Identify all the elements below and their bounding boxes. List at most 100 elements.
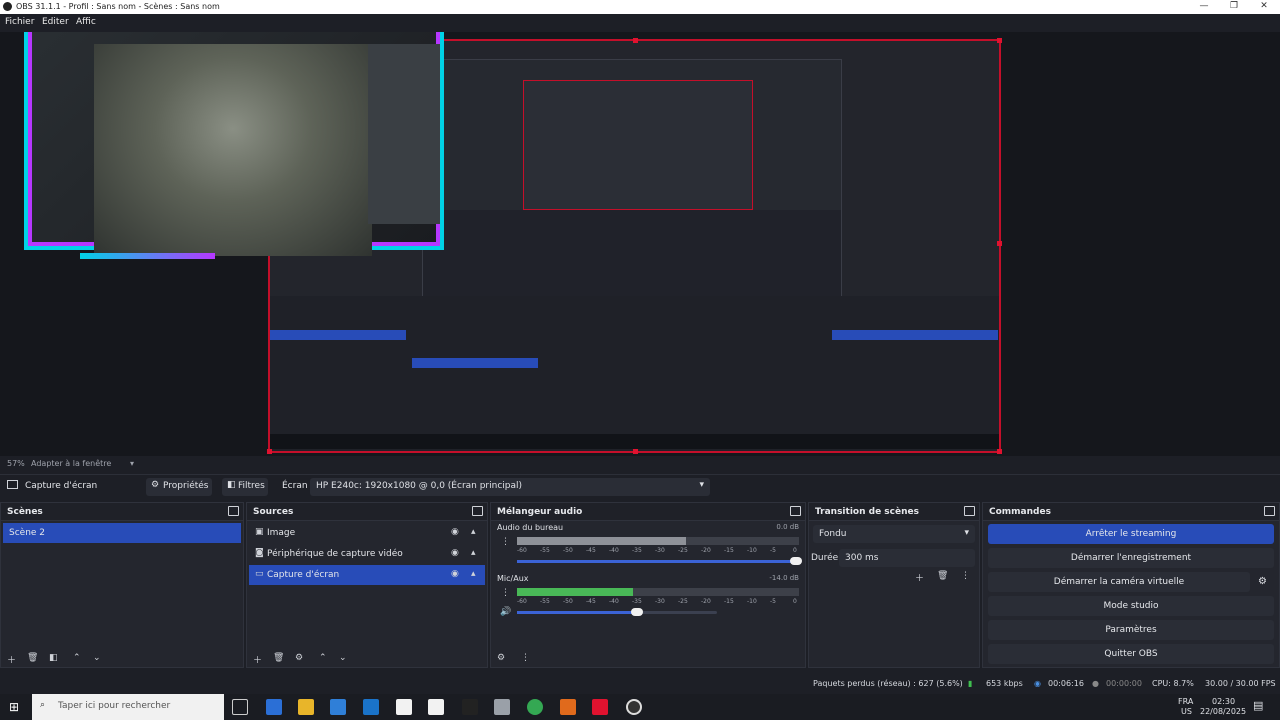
volume-meter (517, 537, 799, 545)
lock-icon[interactable]: ▴ (471, 548, 476, 558)
outlook-icon[interactable] (363, 699, 379, 715)
trash-icon[interactable]: 🗑 (27, 653, 38, 663)
menu-edit[interactable]: Editer (42, 17, 69, 27)
popout-icon[interactable] (790, 506, 801, 516)
arrow-down-icon[interactable]: ⌄ (339, 653, 347, 663)
arrow-up-icon[interactable]: ⌃ (319, 653, 327, 663)
meter-tick-label: -40 (609, 598, 619, 605)
meter-level (517, 588, 633, 596)
popout-icon[interactable] (964, 506, 975, 516)
clock-date[interactable]: 22/08/2025 (1200, 707, 1246, 716)
eye-icon[interactable]: ◉ (451, 569, 459, 579)
nested-source-selection (412, 358, 538, 368)
lang-us[interactable]: US (1181, 707, 1192, 716)
eye-icon[interactable]: ◉ (451, 548, 459, 558)
epic-games-icon[interactable] (462, 699, 478, 715)
stop-streaming-button[interactable]: Arrêter le streaming (988, 524, 1274, 544)
search-placeholder: Taper ici pour rechercher (58, 701, 171, 711)
volume-slider[interactable] (517, 608, 717, 616)
sources-dock: Sources ▣ Image ◉ ▴ ◙ Périphérique de ca… (246, 502, 488, 668)
arrow-up-icon[interactable]: ⌃ (73, 653, 81, 663)
resize-handle-r[interactable] (997, 241, 1002, 246)
kebab-menu-icon[interactable]: ⋮ (501, 537, 510, 547)
screen-select[interactable]: HP E240c: 1920x1080 @ 0,0 (Écran princip… (310, 478, 710, 496)
scene-item[interactable]: Scène 2 (3, 523, 241, 543)
chevron-down-icon[interactable]: ▾ (130, 459, 134, 468)
meter-tick-label: -20 (701, 547, 711, 554)
add-icon[interactable]: ＋ (915, 571, 924, 584)
kebab-menu-icon[interactable]: ⋮ (961, 571, 970, 581)
volume-slider[interactable] (517, 557, 803, 565)
volume-knob[interactable] (631, 608, 643, 616)
volume-knob[interactable] (790, 557, 803, 565)
chrome-icon[interactable] (527, 699, 543, 715)
transition-select[interactable]: Fondu ▾ (813, 525, 975, 543)
notepad-icon[interactable] (396, 699, 412, 715)
clock-time[interactable]: 02:30 (1212, 697, 1235, 706)
record-icon: ● (1092, 679, 1099, 688)
settings-button[interactable]: Paramètres (988, 620, 1274, 640)
meter-tick-label: 0 (793, 547, 797, 554)
controls-title: Commandes (989, 507, 1051, 517)
lock-icon[interactable]: ▴ (471, 527, 476, 537)
kebab-menu-icon[interactable]: ⋮ (501, 588, 510, 598)
task-view-icon[interactable] (232, 699, 248, 715)
source-item[interactable]: ▣ Image ◉ ▴ (249, 523, 485, 543)
store-icon[interactable] (266, 699, 282, 715)
source-item[interactable]: ▭ Capture d'écran ◉ ▴ (249, 565, 485, 585)
eye-icon[interactable]: ◉ (451, 527, 459, 537)
obs-taskbar-icon[interactable] (626, 699, 642, 715)
speaker-icon[interactable]: 🔊 (500, 607, 511, 617)
lang-fra[interactable]: FRA (1178, 697, 1193, 706)
document-icon[interactable] (428, 699, 444, 715)
lock-icon[interactable]: ▴ (471, 569, 476, 579)
popout-icon[interactable] (472, 506, 483, 516)
properties-button[interactable]: ⚙ Propriétés (146, 478, 212, 496)
source-item[interactable]: ◙ Périphérique de capture vidéo ◉ ▴ (249, 544, 485, 564)
filter-icon[interactable]: ◧ (49, 653, 58, 663)
resize-handle-bl[interactable] (267, 449, 272, 454)
arrow-down-icon[interactable]: ⌄ (93, 653, 101, 663)
resize-handle-t[interactable] (633, 38, 638, 43)
notification-icon[interactable]: ▤ (1253, 699, 1263, 712)
add-icon[interactable]: ＋ (7, 653, 16, 666)
zoom-fit-select[interactable]: Adapter à la fenêtre (31, 459, 111, 468)
taskbar-search[interactable]: ⌕ Taper ici pour rechercher (32, 694, 224, 720)
scene-item-label: Scène 2 (9, 528, 46, 538)
webcam-overlay[interactable] (24, 32, 444, 256)
gear-icon[interactable]: ⚙ (497, 653, 505, 663)
add-icon[interactable]: ＋ (253, 653, 262, 666)
menu-view[interactable]: Affic (76, 17, 96, 27)
resize-handle-tr[interactable] (997, 38, 1002, 43)
nested-scene-selection (270, 330, 406, 340)
minimize-button[interactable]: — (1189, 0, 1219, 14)
maximize-button[interactable]: ❐ (1219, 0, 1249, 14)
popout-icon[interactable] (228, 506, 239, 516)
microphone-app-icon[interactable] (560, 699, 576, 715)
preview-canvas[interactable] (0, 32, 1280, 456)
windows-start-icon[interactable]: ⊞ (9, 700, 19, 714)
studio-mode-button[interactable]: Mode studio (988, 596, 1274, 616)
quit-button[interactable]: Quitter OBS (988, 644, 1274, 664)
vscode-icon[interactable] (330, 699, 346, 715)
trash-icon[interactable]: 🗑 (937, 571, 948, 581)
gear-icon[interactable]: ⚙ (295, 653, 303, 663)
app-icon[interactable] (494, 699, 510, 715)
youtube-icon[interactable] (592, 699, 608, 715)
file-explorer-icon[interactable] (298, 699, 314, 715)
obs-logo-icon (3, 2, 12, 11)
filters-button[interactable]: ◧ Filtres (222, 478, 268, 496)
trash-icon[interactable]: 🗑 (273, 653, 284, 663)
kebab-menu-icon[interactable]: ⋮ (521, 653, 530, 663)
close-button[interactable]: ✕ (1249, 0, 1279, 14)
transition-dock: Transition de scènes Fondu ▾ Durée 300 m… (808, 502, 980, 668)
menu-file[interactable]: Fichier (5, 17, 34, 27)
popout-icon[interactable] (1264, 506, 1275, 516)
start-recording-button[interactable]: Démarrer l'enregistrement (988, 548, 1274, 568)
gear-icon[interactable]: ⚙ (1258, 576, 1267, 587)
resize-handle-br[interactable] (997, 449, 1002, 454)
meter-tick-label: -10 (747, 547, 757, 554)
resize-handle-b[interactable] (633, 449, 638, 454)
start-virtual-camera-button[interactable]: Démarrer la caméra virtuelle (988, 572, 1250, 592)
duration-spinbox[interactable]: 300 ms (839, 549, 975, 567)
